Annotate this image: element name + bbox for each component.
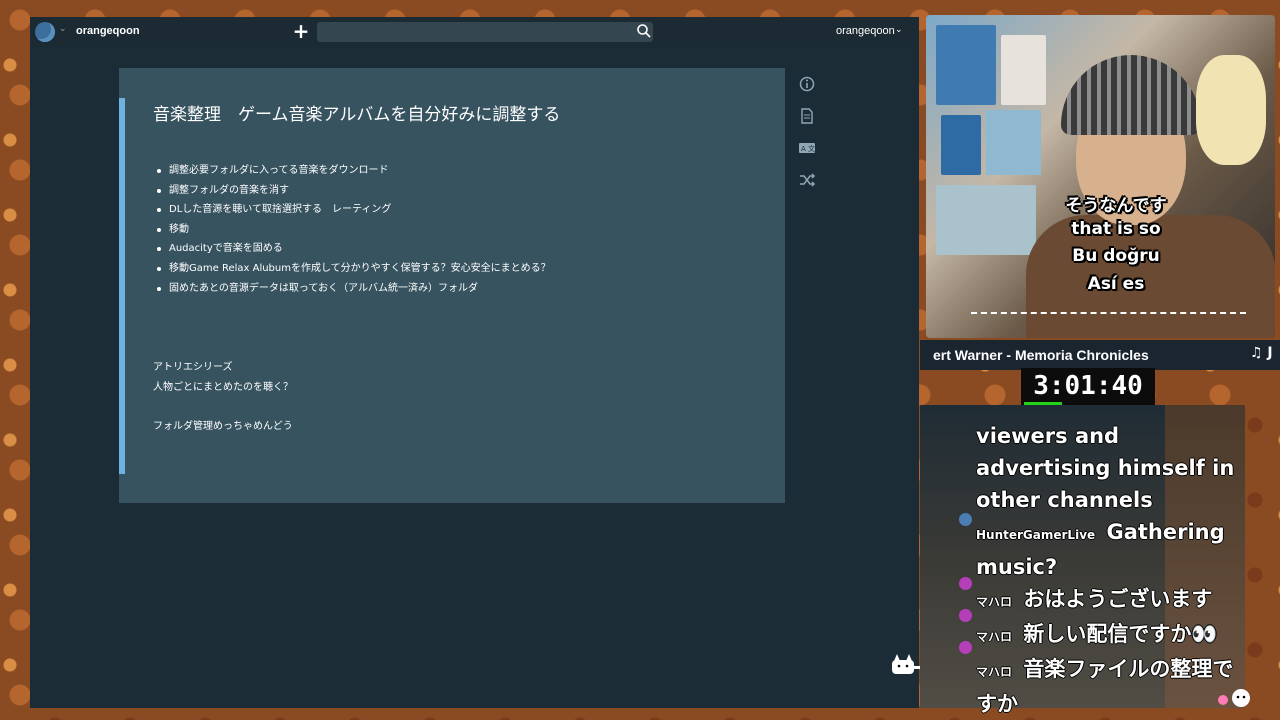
chat-username: マハロ — [976, 665, 1013, 679]
chat-message-text: おはようございます — [1023, 587, 1213, 611]
svg-text:A: A — [801, 145, 806, 153]
subtitle-line: そうなんです — [1065, 196, 1167, 216]
now-playing-title: ert Warner - Memoria Chronicles — [933, 347, 1149, 363]
top-bar: ⌄ orangeqoon + orangeqoon ⌄ — [30, 17, 919, 47]
list-item[interactable]: 固めたあとの音源データは取っておく（アルバム統一済み）フォルダ — [157, 279, 551, 299]
list-item[interactable]: 移動Game Relax Alubumを作成して分かりやすく保管する？安心安全に… — [157, 259, 551, 279]
avatar — [959, 577, 972, 590]
chat-message-text: 新しい配信ですか👀 — [1023, 622, 1218, 646]
chat-message: マハロ 音楽ファイルの整理ですか — [976, 653, 1251, 720]
notes-app-window: ⌄ orangeqoon + orangeqoon ⌄ 音楽整理 ゲーム音楽アル… — [30, 17, 919, 708]
wall-poster — [986, 110, 1041, 175]
note-bullet-list: 調整必要フォルダに入ってる音楽をダウンロード 調整フォルダの音楽を消す DLした… — [157, 161, 551, 298]
list-item[interactable]: 移動 — [157, 220, 551, 240]
stream-timer: 3:01:40 — [1021, 368, 1155, 406]
note-paragraph[interactable]: フォルダ管理めっちゃめんどう — [153, 417, 293, 432]
chat-message: HunterGamerLive Gathering music? — [976, 516, 1251, 583]
chat-message: マハロ 新しい配信ですか👀 — [976, 618, 1251, 653]
now-playing-next: ♫ J — [1250, 345, 1273, 361]
info-icon[interactable] — [798, 75, 816, 93]
svg-text:文: 文 — [808, 144, 815, 153]
list-item[interactable]: Audacityで音楽を固める — [157, 239, 551, 259]
search-input[interactable] — [317, 22, 653, 42]
webcam-feed: そうなんです that is so Bu doğru Así es — [926, 15, 1275, 338]
wall-poster — [941, 115, 981, 175]
chevron-down-icon[interactable]: ⌄ — [895, 25, 903, 35]
chat-username: マハロ — [976, 630, 1013, 644]
wall-poster — [936, 25, 996, 105]
streamer-beanie — [1061, 55, 1201, 135]
chat-message-text: 音楽ファイルの整理ですか — [976, 657, 1234, 716]
document-icon[interactable] — [798, 107, 816, 125]
chat-username: HunterGamerLive — [976, 528, 1096, 542]
avatar — [959, 641, 972, 654]
chat-message: マハロ おはようございます — [976, 583, 1251, 618]
list-item[interactable]: DLした音源を聴いて取捨選択する レーティング — [157, 200, 551, 220]
list-item[interactable]: 調整必要フォルダに入ってる音楽をダウンロード — [157, 161, 551, 181]
search-icon[interactable] — [636, 23, 652, 39]
now-playing-bar: ert Warner - Memoria Chronicles ♫ J — [920, 340, 1280, 370]
chevron-down-icon[interactable]: ⌄ — [59, 24, 67, 34]
chat-message-text: viewers and advertising himself in other… — [976, 424, 1235, 512]
chat-username: マハロ — [976, 595, 1013, 609]
mascot-icon — [1218, 689, 1250, 707]
note-paragraph[interactable]: アトリエシリーズ — [153, 358, 233, 373]
app-logo-icon[interactable] — [35, 22, 55, 42]
subtitle-line: that is so — [1071, 219, 1161, 239]
note-paragraph[interactable]: 人物ごとにまとめたのを聴く？ — [153, 378, 293, 393]
teddy-bear — [1196, 55, 1266, 165]
subtitle-line: Bu doğru — [1072, 246, 1160, 266]
chat-log: viewers and advertising himself in other… — [976, 420, 1251, 720]
avatar — [959, 513, 972, 526]
translate-icon[interactable]: A 文 — [798, 139, 816, 157]
subtitle-line: Así es — [1087, 274, 1145, 294]
cat-mascot-icon — [892, 654, 920, 674]
workspace-name[interactable]: orangeqoon — [76, 25, 140, 37]
chat-message: viewers and advertising himself in other… — [976, 420, 1251, 516]
wall-poster — [1001, 35, 1046, 105]
note-side-toolbar: A 文 — [798, 75, 816, 203]
avatar — [959, 609, 972, 622]
list-item[interactable]: 調整フォルダの音楽を消す — [157, 181, 551, 201]
shuffle-icon[interactable] — [798, 171, 816, 189]
shelf — [936, 185, 1036, 255]
note-title[interactable]: 音楽整理 ゲーム音楽アルバムを自分好みに調整する — [153, 100, 560, 125]
user-menu[interactable]: orangeqoon — [836, 25, 895, 37]
divider — [971, 312, 1246, 314]
add-note-button[interactable]: + — [292, 20, 310, 42]
note-card[interactable]: 音楽整理 ゲーム音楽アルバムを自分好みに調整する 調整必要フォルダに入ってる音楽… — [119, 68, 785, 503]
note-accent-border — [119, 98, 125, 474]
